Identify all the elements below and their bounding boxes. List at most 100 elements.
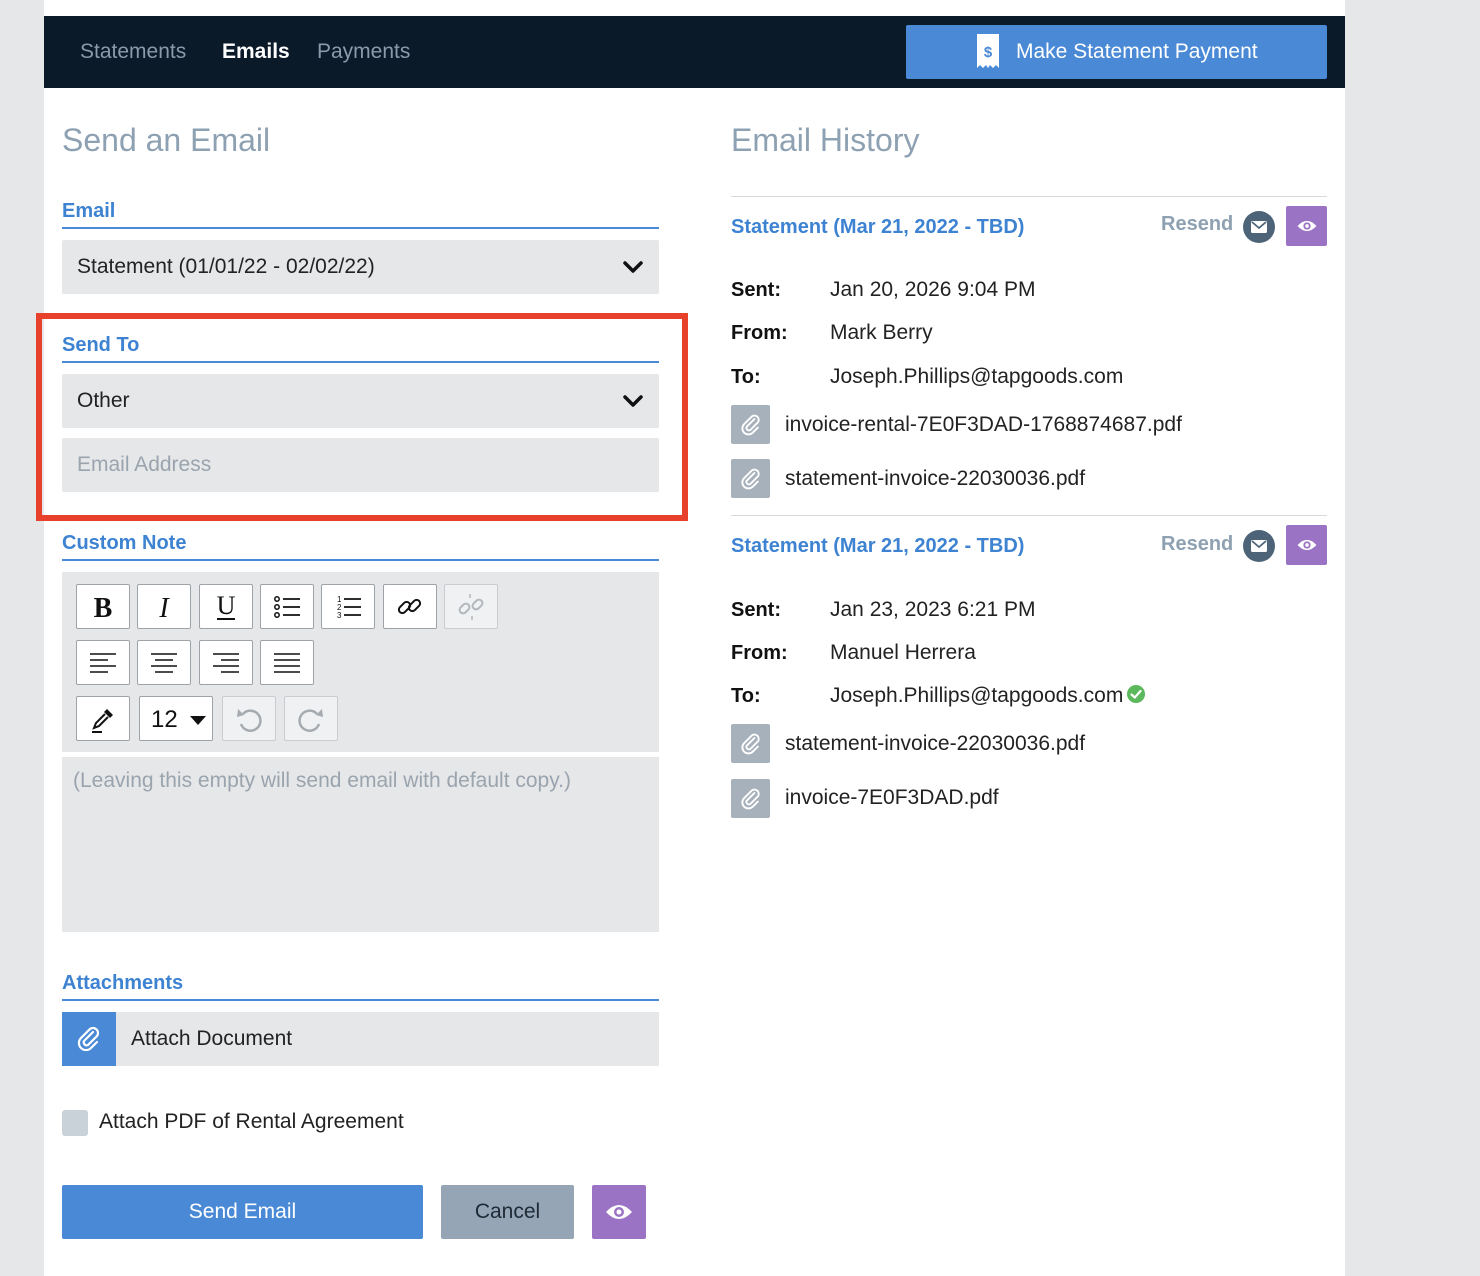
underline-icon: U — [217, 592, 236, 620]
from-value: Manuel Herrera — [830, 641, 976, 664]
italic-button[interactable]: I — [137, 584, 191, 629]
to-value: Joseph.Phillips@tapgoods.com — [830, 684, 1124, 707]
tab-payments[interactable]: Payments — [317, 40, 410, 64]
align-justify-icon — [274, 652, 300, 673]
eye-icon — [1297, 220, 1316, 232]
eye-icon — [1297, 539, 1316, 551]
tab-statements[interactable]: Statements — [80, 40, 186, 64]
make-statement-payment-button[interactable]: $ Make Statement Payment — [906, 25, 1327, 79]
align-center-button[interactable] — [137, 640, 191, 685]
email-address-field — [62, 438, 659, 492]
svg-text:I: I — [158, 593, 170, 622]
tab-emails[interactable]: Emails — [222, 40, 290, 64]
email-template-value: Statement (01/01/22 - 02/02/22) — [77, 255, 375, 278]
align-right-icon — [213, 652, 239, 673]
link-button[interactable] — [383, 584, 437, 629]
attach-document-button[interactable]: Attach Document — [62, 1012, 659, 1066]
font-size-value: 12 — [151, 706, 178, 733]
svg-text:$: $ — [984, 44, 993, 61]
receipt-dollar-icon: $ — [977, 34, 999, 68]
svg-text:U: U — [217, 592, 236, 620]
app-window: Statements Emails Payments $ Make Statem… — [36, 0, 1345, 1276]
resend-link[interactable]: Resend — [1161, 213, 1233, 236]
make-statement-payment-label: Make Statement Payment — [1016, 40, 1258, 63]
custom-note-area — [62, 757, 659, 932]
svg-text:B: B — [94, 593, 113, 622]
attachment-link[interactable]: statement-invoice-22030036.pdf — [785, 732, 1085, 756]
envelope-icon[interactable] — [1243, 211, 1275, 243]
view-email-button[interactable] — [1286, 525, 1327, 565]
email-history-title: Email History — [731, 122, 920, 158]
preview-email-button[interactable] — [592, 1185, 646, 1239]
eyedropper-icon — [92, 708, 113, 733]
attachment-link[interactable]: invoice-rental-7E0F3DAD-1768874687.pdf — [785, 413, 1182, 437]
resend-link[interactable]: Resend — [1161, 533, 1233, 556]
from-label: From: — [731, 322, 788, 344]
paperclip-icon — [62, 1012, 116, 1066]
attach-document-label: Attach Document — [131, 1027, 293, 1050]
attachment-link[interactable]: invoice-7E0F3DAD.pdf — [785, 786, 999, 810]
align-right-button[interactable] — [199, 640, 253, 685]
custom-note-label: Custom Note — [62, 532, 659, 561]
paperclip-icon — [731, 405, 770, 444]
top-strip — [44, 0, 1345, 16]
redo-button[interactable] — [284, 696, 338, 741]
top-nav: Statements Emails Payments $ Make Statem… — [44, 16, 1345, 88]
underline-button[interactable]: U — [199, 584, 253, 629]
bold-icon: B — [94, 593, 113, 622]
attachments-label: Attachments — [62, 972, 659, 1001]
redo-icon — [298, 708, 323, 732]
bold-button[interactable]: B — [76, 584, 130, 629]
undo-button[interactable] — [222, 696, 276, 741]
email-template-select[interactable]: Statement (01/01/22 - 02/02/22) — [62, 240, 659, 294]
numbered-list-icon: 123 — [337, 595, 361, 620]
envelope-icon[interactable] — [1243, 530, 1275, 562]
attachment-link[interactable]: statement-invoice-22030036.pdf — [785, 467, 1085, 491]
paperclip-icon — [731, 459, 770, 498]
send-email-button[interactable]: Send Email — [62, 1185, 423, 1239]
from-value: Mark Berry — [830, 321, 933, 344]
email-address-input[interactable] — [62, 438, 659, 492]
cancel-button[interactable]: Cancel — [441, 1185, 574, 1239]
attach-pdf-checkbox[interactable] — [62, 1110, 88, 1136]
chevron-down-icon — [623, 261, 643, 273]
custom-note-textarea[interactable] — [62, 757, 659, 932]
to-label: To: — [731, 685, 761, 707]
numbered-list-button[interactable]: 123 — [321, 584, 375, 629]
text-color-button[interactable] — [76, 696, 130, 741]
undo-icon — [237, 708, 262, 732]
align-justify-button[interactable] — [260, 640, 314, 685]
from-label: From: — [731, 642, 788, 664]
sent-label: Sent: — [731, 599, 781, 621]
eye-icon — [606, 1205, 632, 1219]
history-divider — [731, 196, 1327, 197]
chevron-down-icon — [623, 395, 643, 407]
sent-label: Sent: — [731, 279, 781, 301]
send-to-select[interactable]: Other — [62, 374, 659, 428]
unlink-button[interactable] — [444, 584, 498, 629]
attach-pdf-label: Attach PDF of Rental Agreement — [99, 1110, 404, 1133]
bullet-list-button[interactable] — [260, 584, 314, 629]
send-to-label: Send To — [62, 334, 659, 363]
paperclip-icon — [731, 779, 770, 818]
bullet-list-icon — [274, 595, 300, 618]
to-label: To: — [731, 366, 761, 388]
check-circle-icon — [1127, 685, 1146, 704]
sent-value: Jan 20, 2026 9:04 PM — [830, 278, 1036, 301]
history-entry-title: Statement (Mar 21, 2022 - TBD) — [731, 535, 1025, 557]
sent-value: Jan 23, 2023 6:21 PM — [830, 598, 1036, 621]
view-email-button[interactable] — [1286, 206, 1327, 246]
email-label: Email — [62, 200, 659, 229]
caret-down-icon — [190, 716, 206, 725]
to-row: Joseph.Phillips@tapgoods.com — [830, 684, 1146, 708]
align-left-button[interactable] — [76, 640, 130, 685]
history-entry-title: Statement (Mar 21, 2022 - TBD) — [731, 216, 1025, 238]
font-size-select[interactable]: 12 — [139, 696, 213, 741]
italic-icon: I — [158, 593, 170, 622]
to-value: Joseph.Phillips@tapgoods.com — [830, 365, 1124, 388]
send-to-value: Other — [77, 389, 130, 412]
link-icon — [397, 598, 422, 614]
editor-toolbar: B I U 123 12 — [62, 572, 659, 752]
send-email-title: Send an Email — [62, 122, 271, 158]
align-center-icon — [151, 652, 177, 673]
